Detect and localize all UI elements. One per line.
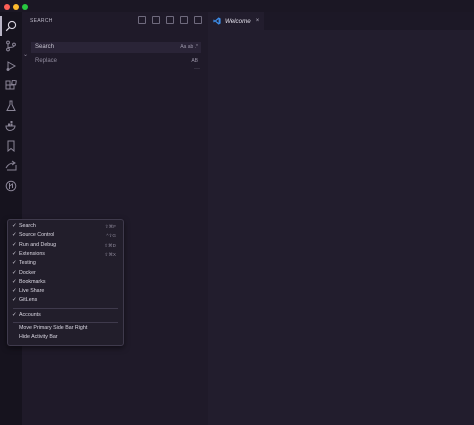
menu-item-label: Source Control bbox=[19, 232, 55, 239]
search-icon[interactable] bbox=[0, 16, 19, 36]
menu-item-label: Docker bbox=[19, 269, 36, 276]
sidebar-toolbar bbox=[138, 16, 202, 24]
sidebar-title: SEARCH bbox=[30, 18, 53, 24]
menu-item-label: Move Primary Side Bar Right bbox=[19, 325, 88, 331]
menu-item-shortcut: ⇧⌘F bbox=[104, 224, 116, 229]
menu-item-docker[interactable]: ✓ Docker bbox=[8, 269, 123, 278]
check-icon: ✓ bbox=[12, 297, 17, 304]
bookmark-icon[interactable] bbox=[3, 138, 19, 154]
vscode-logo-icon bbox=[213, 17, 221, 25]
more-options-icon[interactable]: ··· bbox=[194, 66, 200, 72]
tab-bar: Welcome × bbox=[208, 12, 474, 30]
check-icon: ✓ bbox=[12, 223, 17, 229]
testing-icon[interactable] bbox=[3, 98, 19, 114]
menu-item-bookmarks[interactable]: ✓ Bookmarks bbox=[8, 278, 123, 287]
minimize-window-button[interactable] bbox=[13, 4, 19, 10]
check-icon: ✓ bbox=[12, 241, 17, 248]
menu-item-label: Hide Activity Bar bbox=[19, 334, 58, 341]
check-icon: ✓ bbox=[12, 232, 17, 239]
title-bar bbox=[0, 0, 474, 12]
zoom-window-button[interactable] bbox=[22, 4, 28, 10]
check-icon: ✓ bbox=[12, 269, 17, 276]
menu-item-label: Extensions bbox=[19, 250, 45, 257]
menu-item-run-and-debug[interactable]: ✓ Run and Debug ⇧⌘D bbox=[8, 241, 123, 250]
source-control-icon[interactable] bbox=[3, 38, 19, 54]
check-icon: ✓ bbox=[12, 311, 17, 318]
menu-item-source-control[interactable]: ✓ Source Control ^⇧G bbox=[8, 231, 123, 240]
tab-label: Welcome bbox=[225, 17, 251, 25]
menu-item-shortcut: ⇧⌘X bbox=[104, 251, 116, 257]
menu-item-move-side-bar-right[interactable]: Move Primary Side Bar Right bbox=[8, 324, 123, 333]
activity-bar-context-menu: ✓ Search ⇧⌘F ✓ Source Control ^⇧G ✓ Run and D… bbox=[7, 219, 124, 346]
menu-item-accounts[interactable]: ✓ Accounts bbox=[8, 311, 123, 320]
menu-item-label: Live Share bbox=[19, 288, 45, 295]
menu-item-hide-activity-bar[interactable]: Hide Activity Bar bbox=[8, 333, 123, 342]
new-search-editor-icon[interactable] bbox=[166, 16, 174, 24]
toggle-replace-chevron-icon[interactable]: ⌄ bbox=[23, 51, 28, 58]
menu-item-live-share[interactable]: ✓ Live Share bbox=[8, 287, 123, 296]
gitlens-icon[interactable] bbox=[3, 178, 19, 194]
search-options[interactable]: Aa ab .* bbox=[180, 42, 198, 53]
menu-item-extensions[interactable]: ✓ Extensions ⇧⌘X bbox=[8, 250, 123, 259]
clear-results-icon[interactable] bbox=[152, 16, 160, 24]
menu-item-shortcut: ⇧⌘D bbox=[104, 242, 116, 248]
search-placeholder: Search bbox=[35, 44, 55, 50]
search-input[interactable]: Search Aa ab .* bbox=[31, 42, 201, 53]
live-share-icon[interactable] bbox=[3, 158, 19, 174]
close-icon[interactable]: × bbox=[256, 18, 260, 24]
menu-item-label: Run and Debug bbox=[19, 241, 57, 248]
check-icon: ✓ bbox=[12, 288, 17, 295]
view-as-tree-icon[interactable] bbox=[180, 16, 188, 24]
menu-item-shortcut: ^⇧G bbox=[106, 233, 116, 239]
extensions-icon[interactable] bbox=[3, 78, 19, 94]
collapse-all-icon[interactable] bbox=[194, 16, 202, 24]
menu-item-label: Bookmarks bbox=[19, 278, 46, 285]
menu-item-search[interactable]: ✓ Search ⇧⌘F bbox=[8, 222, 123, 231]
menu-item-label: Testing bbox=[19, 260, 36, 267]
check-icon: ✓ bbox=[12, 260, 17, 267]
docker-icon[interactable] bbox=[3, 118, 19, 134]
menu-item-label: Accounts bbox=[19, 311, 41, 318]
replace-placeholder: Replace bbox=[35, 58, 58, 64]
menu-separator bbox=[13, 321, 118, 323]
menu-separator bbox=[13, 308, 118, 309]
menu-item-gitlens[interactable]: ✓ GitLens bbox=[8, 296, 123, 305]
check-icon: ✓ bbox=[12, 278, 17, 285]
check-icon: ✓ bbox=[12, 250, 17, 257]
menu-item-label: GitLens bbox=[19, 297, 38, 304]
tab-welcome[interactable]: Welcome × bbox=[208, 12, 264, 30]
replace-input[interactable]: Replace AB bbox=[31, 56, 201, 67]
run-debug-icon[interactable] bbox=[3, 58, 19, 74]
menu-item-label: Search bbox=[19, 223, 36, 229]
close-window-button[interactable] bbox=[4, 4, 10, 10]
refresh-icon[interactable] bbox=[138, 16, 146, 24]
menu-item-testing[interactable]: ✓ Testing bbox=[8, 259, 123, 268]
editor-area: Welcome × bbox=[208, 12, 474, 425]
